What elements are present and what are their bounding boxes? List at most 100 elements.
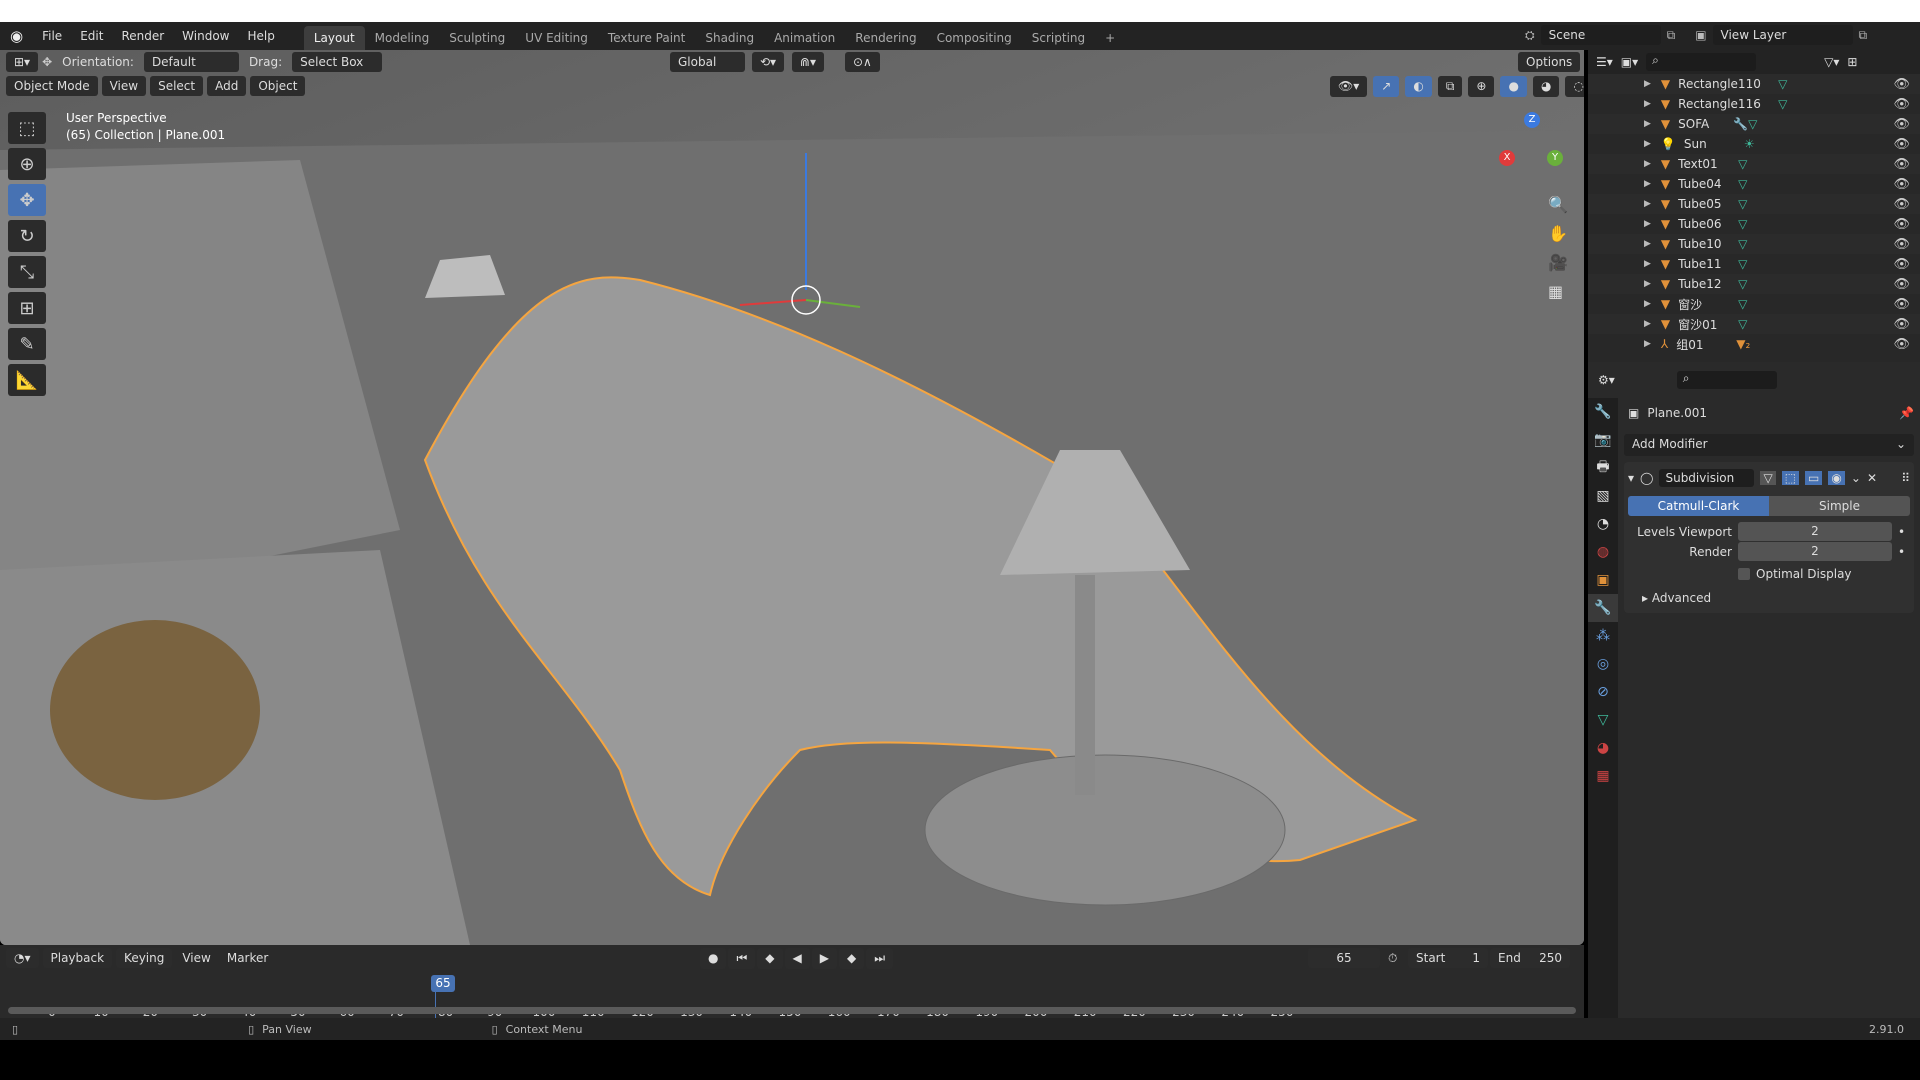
outliner-item[interactable]: ▶ ▼ 窗沙 ▽ 👁 bbox=[1588, 294, 1920, 314]
current-frame-field[interactable]: 65 bbox=[1308, 948, 1380, 968]
outliner-item[interactable]: ▶ ▼ Rectangle110 ▽ 👁 bbox=[1588, 74, 1920, 94]
stopwatch-icon[interactable]: ⏱ bbox=[1388, 951, 1397, 966]
display-mode-icon[interactable]: ☰▾ bbox=[1596, 55, 1613, 69]
view-layer-selector[interactable]: View Layer bbox=[1712, 25, 1853, 45]
scene-selector[interactable]: Scene bbox=[1540, 25, 1661, 45]
scale-tool-icon[interactable]: ⤡ bbox=[8, 256, 46, 288]
data-icon[interactable]: ▼₂ bbox=[1736, 337, 1750, 351]
eye-icon[interactable]: 👁 bbox=[1893, 297, 1910, 312]
world-tab-icon[interactable]: ◍ bbox=[1588, 538, 1618, 566]
wireframe-shading-icon[interactable]: ⊕ bbox=[1468, 76, 1495, 97]
overlay-toggle-icon[interactable]: ◐ bbox=[1405, 76, 1432, 97]
render-tab-icon[interactable]: 📷 bbox=[1588, 426, 1618, 454]
tool-tab-icon[interactable]: 🔧 bbox=[1588, 398, 1618, 426]
modifier-tab-icon[interactable]: 🔧 bbox=[1588, 594, 1618, 622]
outliner-item[interactable]: ▶ ▼ Text01 ▽ 👁 bbox=[1588, 154, 1920, 174]
outliner-item-name[interactable]: Rectangle110 bbox=[1678, 77, 1778, 91]
expand-arrow-icon[interactable]: ▶ bbox=[1644, 259, 1651, 269]
zoom-icon[interactable]: 🔍 bbox=[1548, 195, 1568, 214]
eye-icon[interactable]: 👁 bbox=[1893, 257, 1910, 272]
snap-icon[interactable]: ⋒▾ bbox=[792, 52, 825, 72]
expand-arrow-icon[interactable]: ▶ bbox=[1644, 99, 1651, 109]
measure-tool-icon[interactable]: 📐 bbox=[8, 364, 46, 396]
collapse-arrow-icon[interactable]: ▾ bbox=[1628, 471, 1634, 485]
auto-keying-icon[interactable]: ● bbox=[700, 948, 727, 969]
move-tool-icon[interactable]: ✥ bbox=[8, 184, 46, 216]
outliner-item[interactable]: ▶ ▼ Tube06 ▽ 👁 bbox=[1588, 214, 1920, 234]
annotate-tool-icon[interactable]: ✎ bbox=[8, 328, 46, 360]
gizmo-toggle-icon[interactable]: ↗ bbox=[1373, 76, 1400, 97]
tab-animation[interactable]: Animation bbox=[764, 26, 845, 50]
jump-start-icon[interactable]: ⏮ bbox=[728, 948, 756, 969]
edit-mode-cage-icon[interactable]: ▽ bbox=[1760, 471, 1776, 485]
tab-uv-editing[interactable]: UV Editing bbox=[515, 26, 598, 50]
menu-select[interactable]: Select bbox=[150, 76, 204, 96]
pin-icon[interactable]: 📌 bbox=[1899, 406, 1914, 420]
play-reverse-icon[interactable]: ◀ bbox=[784, 948, 810, 969]
rendered-shading-icon[interactable]: ◌ bbox=[1565, 76, 1584, 97]
viewport-display-icon[interactable]: ▭ bbox=[1805, 471, 1823, 485]
outliner-item[interactable]: ▶ ▼ 窗沙01 ▽ 👁 bbox=[1588, 314, 1920, 334]
camera-view-icon[interactable]: 🎥 bbox=[1548, 253, 1568, 272]
menu-object[interactable]: Object bbox=[250, 76, 306, 96]
eye-icon[interactable]: 👁 bbox=[1893, 137, 1910, 152]
edit-mode-icon[interactable]: ⬚ bbox=[1781, 471, 1800, 485]
menu-help[interactable]: Help bbox=[239, 29, 284, 43]
tab-compositing[interactable]: Compositing bbox=[927, 26, 1022, 50]
expand-arrow-icon[interactable]: ▶ bbox=[1644, 199, 1651, 209]
outliner-item-name[interactable]: Sun bbox=[1684, 137, 1744, 151]
material-shading-icon[interactable]: ◕ bbox=[1532, 76, 1560, 97]
data-icon[interactable]: ▽ bbox=[1738, 297, 1747, 311]
playhead[interactable]: 65 bbox=[431, 975, 455, 992]
keyframe-dot-icon[interactable]: • bbox=[1898, 545, 1905, 559]
orientation-dropdown[interactable]: Default bbox=[143, 52, 239, 72]
outliner-item-name[interactable]: Text01 bbox=[1678, 157, 1738, 171]
blender-logo-icon[interactable]: ◉ bbox=[0, 27, 33, 45]
tab-rendering[interactable]: Rendering bbox=[845, 26, 926, 50]
constraints-tab-icon[interactable]: ⊘ bbox=[1588, 678, 1618, 706]
scene-tab-icon[interactable]: ◔ bbox=[1588, 510, 1618, 538]
transform-tool-icon[interactable]: ⊞ bbox=[8, 292, 46, 324]
drag-handle-icon[interactable]: ⠿ bbox=[1901, 471, 1910, 485]
optimal-display-checkbox[interactable] bbox=[1738, 568, 1750, 580]
menu-file[interactable]: File bbox=[33, 29, 71, 43]
transform-orientation-dropdown[interactable]: Global bbox=[670, 52, 745, 72]
play-icon[interactable]: ▶ bbox=[811, 948, 837, 969]
outliner-item[interactable]: ▶ ▼ Tube11 ▽ 👁 bbox=[1588, 254, 1920, 274]
scene-icon[interactable]: ⛭ bbox=[1525, 28, 1535, 43]
data-icon[interactable]: ▽ bbox=[1778, 97, 1787, 111]
playback-menu[interactable]: Playback bbox=[42, 948, 113, 968]
tab-shading[interactable]: Shading bbox=[695, 26, 764, 50]
object-tab-icon[interactable]: ▣ bbox=[1588, 566, 1618, 594]
menu-add[interactable]: Add bbox=[207, 76, 247, 96]
eye-icon[interactable]: 👁 bbox=[1893, 317, 1910, 332]
expand-arrow-icon[interactable]: ▶ bbox=[1644, 279, 1651, 289]
modifier-name-field[interactable]: Subdivision bbox=[1659, 469, 1755, 487]
outliner-item[interactable]: ▶ ▼ Tube12 ▽ 👁 bbox=[1588, 274, 1920, 294]
outliner-item-name[interactable]: Tube10 bbox=[1678, 237, 1738, 251]
render-levels-field[interactable]: 2 bbox=[1738, 542, 1892, 561]
add-modifier-dropdown[interactable]: Add Modifier ⌄ bbox=[1624, 434, 1914, 456]
data-icon[interactable]: ▽ bbox=[1738, 257, 1747, 271]
expand-arrow-icon[interactable]: ▶ bbox=[1644, 79, 1651, 89]
outliner-item[interactable]: ▶ ▼ Tube10 ▽ 👁 bbox=[1588, 234, 1920, 254]
axis-x-icon[interactable]: X bbox=[1499, 150, 1515, 166]
eye-icon[interactable]: 👁 bbox=[1893, 117, 1910, 132]
xray-icon[interactable]: ⧉ bbox=[1437, 76, 1463, 97]
expand-arrow-icon[interactable]: ▶ bbox=[1644, 239, 1651, 249]
menu-view[interactable]: View bbox=[101, 76, 147, 96]
outliner-item-name[interactable]: Tube12 bbox=[1678, 277, 1738, 291]
outliner-item[interactable]: ▶ ▼ SOFA 🔧▽ 👁 bbox=[1588, 114, 1920, 134]
tab-sculpting[interactable]: Sculpting bbox=[439, 26, 515, 50]
expand-arrow-icon[interactable]: ▶ bbox=[1644, 159, 1651, 169]
eye-icon[interactable]: 👁 bbox=[1893, 157, 1910, 172]
data-icon[interactable]: 🔧▽ bbox=[1733, 117, 1757, 131]
data-icon[interactable]: ▽ bbox=[1738, 277, 1747, 291]
eye-icon[interactable]: 👁 bbox=[1893, 217, 1910, 232]
outliner-item[interactable]: ▶ ▼ Rectangle116 ▽ 👁 bbox=[1588, 94, 1920, 114]
properties-editor-type-icon[interactable]: ⚙▾ bbox=[1598, 373, 1615, 387]
physics-tab-icon[interactable]: ◎ bbox=[1588, 650, 1618, 678]
expand-arrow-icon[interactable]: ▶ bbox=[1644, 319, 1651, 329]
pivot-icon[interactable]: ⟲▾ bbox=[752, 52, 785, 72]
particles-tab-icon[interactable]: ⁂ bbox=[1588, 622, 1618, 650]
